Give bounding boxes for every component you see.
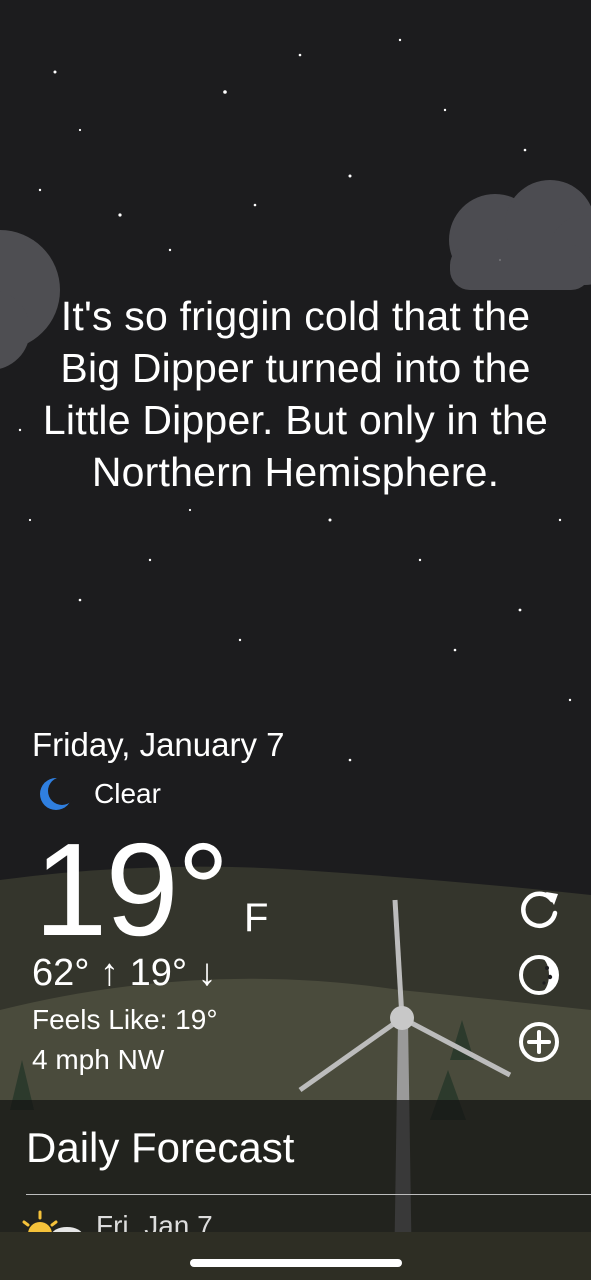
current-temperature: 19° — [34, 816, 230, 963]
condition-text: Clear — [94, 778, 161, 809]
condition-row: Clear — [38, 776, 161, 812]
feels-like: Feels Like: 19° — [32, 1004, 218, 1035]
daily-forecast-title: Daily Forecast — [26, 1124, 295, 1171]
temperature-unit[interactable]: F — [244, 896, 268, 941]
high-low-temperature: 62° ↑ 19° ↓ — [32, 952, 217, 994]
add-icon[interactable] — [516, 1019, 562, 1065]
moon-phase-icon[interactable] — [516, 952, 562, 998]
forecast-divider — [26, 1194, 591, 1195]
joke-text: It's so friggin cold that the Big Dipper… — [20, 290, 571, 498]
date-label: Friday, January 7 — [32, 726, 285, 763]
wind-speed: 4 mph NW — [32, 1044, 165, 1075]
bottom-bar — [0, 1232, 591, 1280]
refresh-icon[interactable] — [516, 886, 562, 932]
joke-line-3: Little Dipper. But only in the — [42, 397, 549, 443]
crescent-moon-icon — [40, 777, 74, 810]
background-scene — [0, 0, 591, 1280]
joke-line-1: It's so friggin cold that the — [60, 293, 531, 339]
joke-line-4: Northern Hemisphere. — [91, 449, 500, 495]
home-indicator[interactable] — [190, 1259, 402, 1267]
joke-line-2: Big Dipper turned into the — [60, 345, 531, 391]
